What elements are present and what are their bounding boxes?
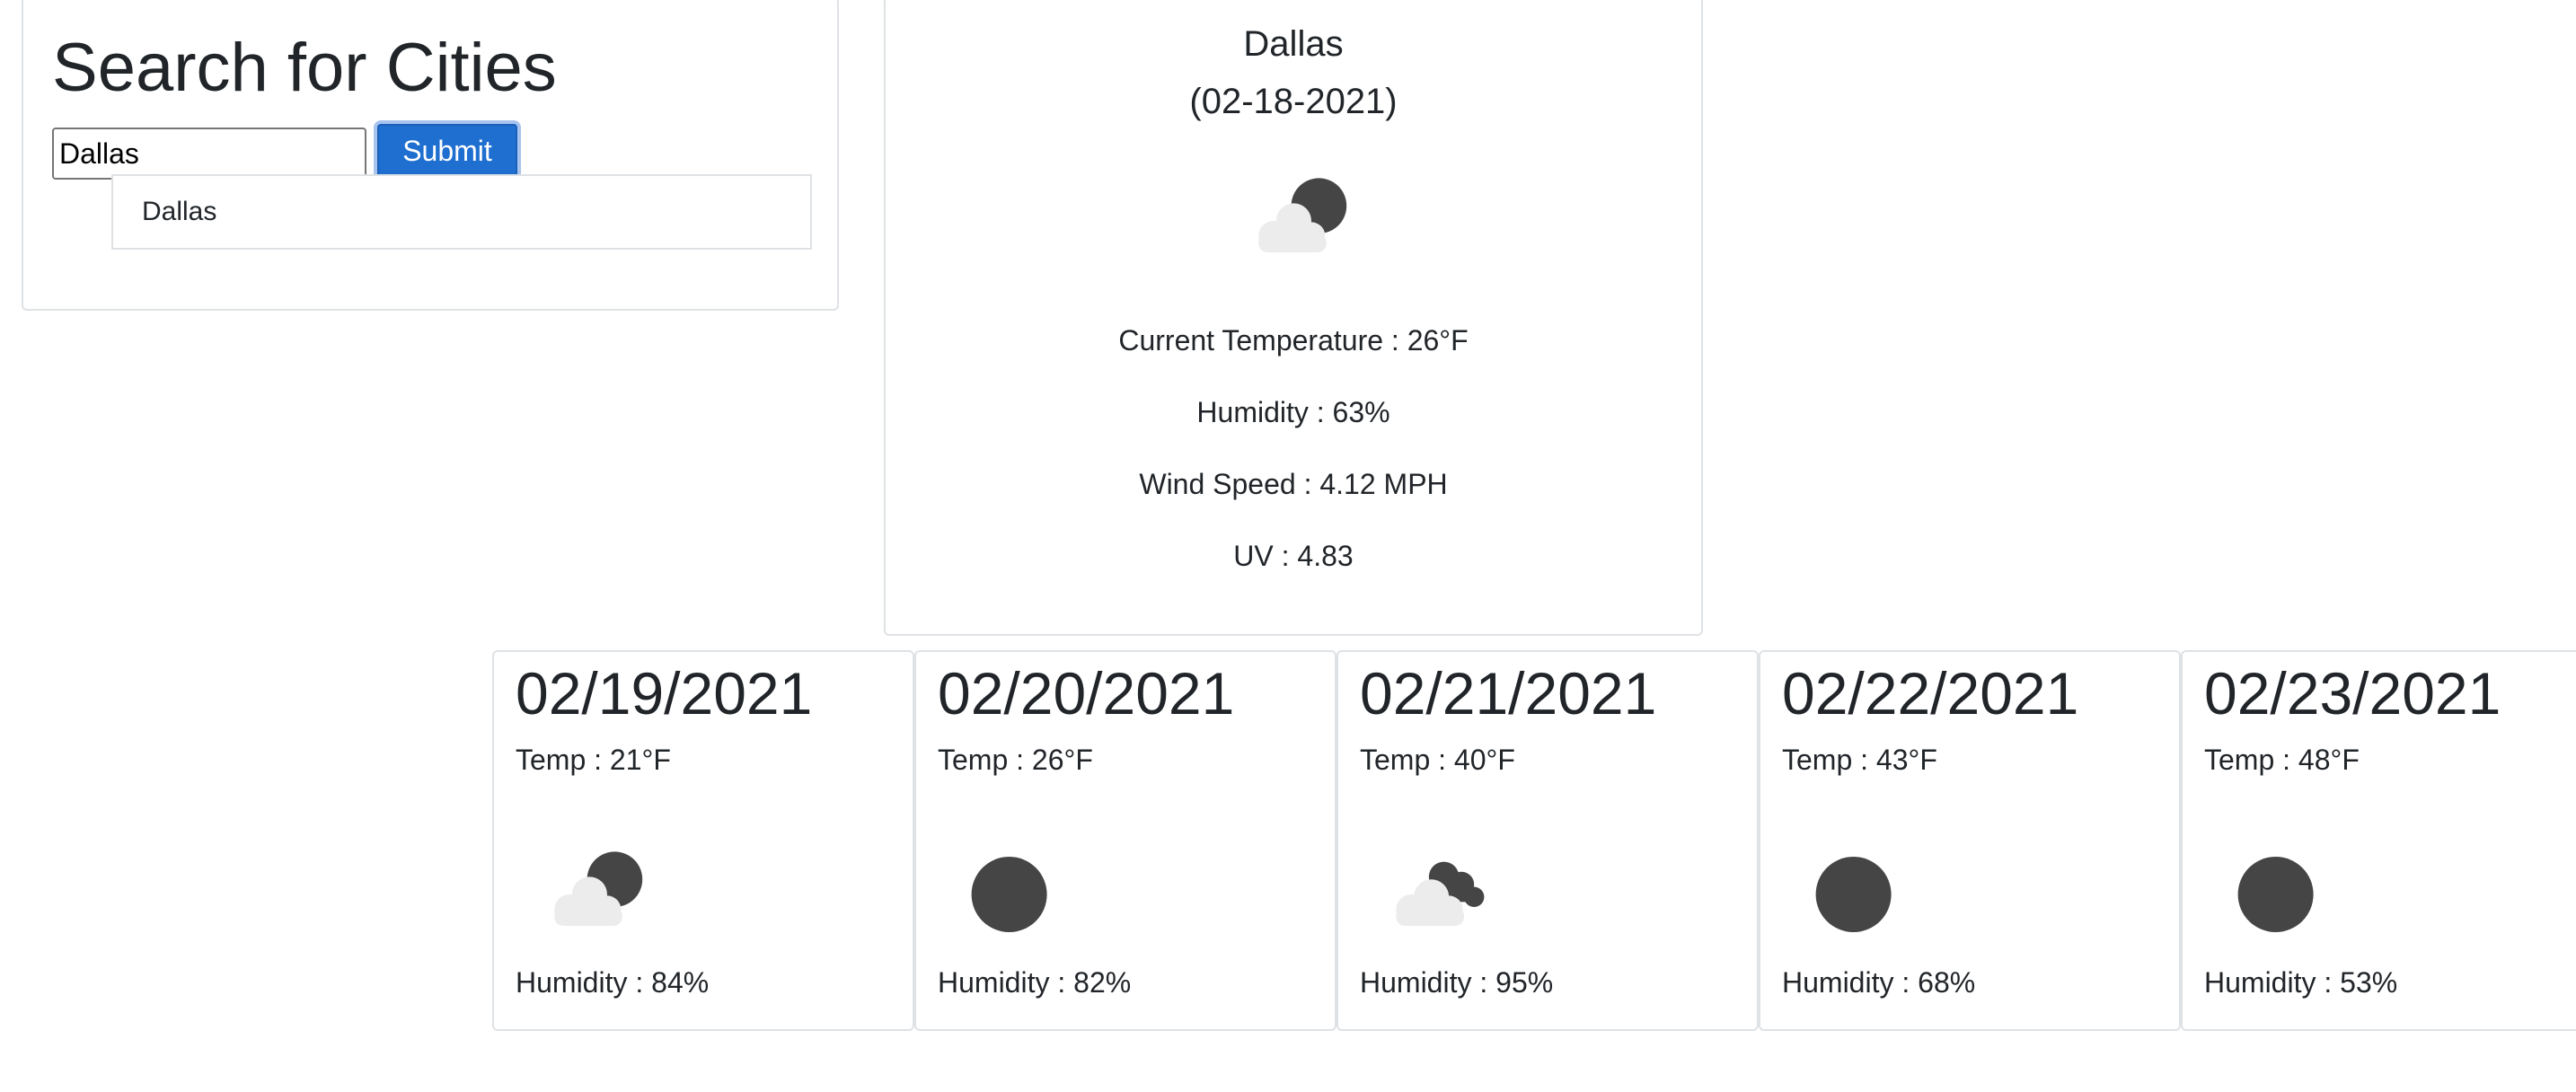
current-temperature: Current Temperature : 26°F xyxy=(1118,324,1469,357)
forecast-humidity: Humidity : 95% xyxy=(1360,966,1554,999)
broken-clouds-icon xyxy=(1396,861,1485,926)
forecast-date: 02/22/2021 xyxy=(1782,660,2079,727)
forecast-humidity: Humidity : 68% xyxy=(1782,966,1976,999)
current-date: (02-18-2021) xyxy=(1189,82,1398,121)
weather-dashboard: Search for Cities Submit Dallas Dallas (… xyxy=(0,0,2576,1092)
forecast-date: 02/23/2021 xyxy=(2204,660,2501,727)
forecast-card: 02/19/2021 Temp : 21°F Humidity : 84% xyxy=(492,650,914,1031)
forecast-card: 02/22/2021 Temp : 43°F Humidity : 68% xyxy=(1759,650,2181,1031)
forecast-humidity: Humidity : 53% xyxy=(2204,966,2398,999)
forecast-temp: Temp : 40°F xyxy=(1360,744,1515,776)
forecast-humidity: Humidity : 82% xyxy=(938,966,1132,999)
search-title: Search for Cities xyxy=(52,30,557,106)
partly-cloudy-night-icon xyxy=(1258,178,1347,252)
clear-night-icon xyxy=(2237,857,2314,932)
submit-button[interactable]: Submit xyxy=(374,120,521,181)
forecast-date: 02/21/2021 xyxy=(1360,660,1657,727)
forecast-humidity: Humidity : 84% xyxy=(516,966,710,999)
forecast-date: 02/20/2021 xyxy=(938,660,1235,727)
current-city-name: Dallas xyxy=(1243,24,1344,64)
clear-night-icon xyxy=(971,857,1047,932)
forecast-card: 02/21/2021 Temp : 40°F Humidity : 95% xyxy=(1337,650,1759,1031)
forecast-temp: Temp : 43°F xyxy=(1782,744,1937,776)
forecast-temp: Temp : 21°F xyxy=(516,744,671,776)
forecast-card: 02/20/2021 Temp : 26°F Humidity : 82% xyxy=(914,650,1337,1031)
partly-cloudy-night-icon xyxy=(554,851,643,926)
search-panel: Search for Cities Submit Dallas xyxy=(22,0,839,311)
forecast-temp: Temp : 26°F xyxy=(938,744,1093,776)
forecast-date: 02/19/2021 xyxy=(516,660,813,727)
forecast-temp: Temp : 48°F xyxy=(2204,744,2360,776)
current-uv-index: UV : 4.83 xyxy=(1233,540,1354,572)
clear-night-icon xyxy=(1815,857,1892,932)
search-history-item[interactable]: Dallas xyxy=(111,174,812,250)
current-humidity: Humidity : 63% xyxy=(1196,396,1390,428)
city-search-input[interactable] xyxy=(52,128,366,180)
current-wind-speed: Wind Speed : 4.12 MPH xyxy=(1139,468,1448,500)
forecast-card: 02/23/2021 Temp : 48°F Humidity : 53% xyxy=(2181,650,2576,1031)
current-weather-card: Dallas (02-18-2021) Current Temperature … xyxy=(884,0,1703,636)
